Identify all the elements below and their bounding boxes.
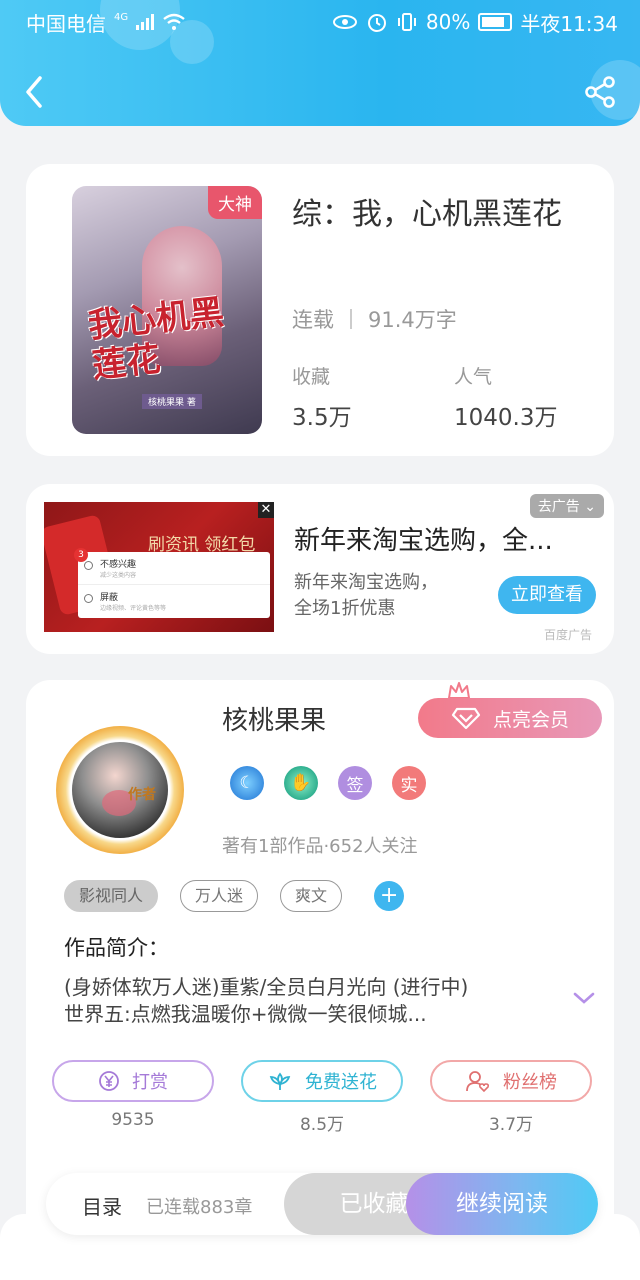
top-header: 中国电信 4G 80% 半夜11:34 <box>0 0 640 126</box>
master-badge: 大神 <box>208 186 262 219</box>
writer-tag: 作者 <box>128 787 156 803</box>
fans-count: 3.7万 <box>488 1115 534 1135</box>
popup-row2-sub: 边缘视频、评论黄色等等 <box>100 605 167 612</box>
flower-icon <box>269 1072 291 1090</box>
carrier-label: 中国电信 <box>26 11 106 36</box>
block-icon <box>84 594 93 603</box>
chevron-left-icon <box>26 76 42 108</box>
flower-action: 免费送花 8.5万 <box>241 1060 403 1135</box>
author-name[interactable]: 核桃果果 <box>222 700 326 737</box>
network-type: 4G <box>114 11 129 23</box>
ad-source: 百度广告 <box>543 628 592 642</box>
remove-ad-label: 去广告 <box>537 499 580 515</box>
meta-divider <box>350 309 352 329</box>
ad-description: 新年来淘宝选购， 全场1折优惠 <box>294 570 438 622</box>
add-tag-button[interactable]: + <box>374 881 405 911</box>
fans-label: 粉丝榜 <box>503 1072 557 1093</box>
chevron-down-icon <box>573 992 595 1004</box>
send-flower-button[interactable]: 免费送花 <box>241 1060 403 1102</box>
book-tags: 影视同人 万人迷 爽文 + <box>64 880 405 912</box>
battery-icon <box>478 13 513 31</box>
ad-close-button[interactable]: ✕ <box>258 502 274 518</box>
signal-icon <box>136 14 155 30</box>
reward-count: 9535 <box>111 1110 155 1130</box>
author-stats: 著有1部作品·652人关注 <box>222 836 418 857</box>
eye-icon <box>332 15 357 29</box>
chapter-count: 已连载883章 <box>146 1197 253 1218</box>
moon-medal-icon[interactable]: ☾ <box>230 766 264 800</box>
book-status: 连载 <box>292 308 334 332</box>
intro-line1: (身娇体软万人迷)重紫/全员白月光向 (进行中) <box>64 975 469 999</box>
favorites-label: 收藏 <box>292 366 331 388</box>
book-info-card: 我心机黑莲花 核桃果果 著 大神 综：我，心机黑莲花 连载 91.4万字 收藏 … <box>26 164 614 456</box>
fans-action: 粉丝榜 3.7万 <box>430 1060 592 1135</box>
intro-text: (身娇体软万人迷)重紫/全员白月光向 (进行中) 世界五:点燃我温暖你+微微一笑… <box>64 974 534 1028</box>
cover-author: 核桃果果 著 <box>142 394 202 409</box>
ad-title: 新年来淘宝选购，全... <box>294 526 553 556</box>
bottom-action-bar: 目录 已连载883章 已收藏 继续阅读 <box>46 1173 598 1235</box>
expand-intro-button[interactable] <box>572 990 596 1010</box>
status-bar: 中国电信 4G 80% 半夜11:34 <box>26 8 618 36</box>
vip-button[interactable]: 点亮会员 <box>418 698 602 738</box>
vip-button-label: 点亮会员 <box>492 708 569 731</box>
remove-ad-button[interactable]: 去广告 ⌄ <box>529 494 604 518</box>
reward-action: 打赏 9535 <box>52 1060 214 1135</box>
ad-desc-line1: 新年来淘宝选购， <box>294 572 438 593</box>
clock: 半夜11:34 <box>520 11 618 36</box>
back-button[interactable] <box>20 72 50 112</box>
continue-reading-button[interactable]: 继续阅读 <box>406 1173 598 1235</box>
share-button[interactable] <box>582 74 618 110</box>
ad-feedback-popup: 不感兴趣 减少这类内容 屏蔽 边缘视频、评论黄色等等 <box>78 552 270 618</box>
tag-item[interactable]: 影视同人 <box>64 880 159 912</box>
book-cover[interactable]: 我心机黑莲花 核桃果果 著 大神 <box>72 186 262 434</box>
popup-row1-sub: 减少这类内容 <box>100 572 137 579</box>
reward-button[interactable]: 打赏 <box>52 1060 214 1102</box>
popup-row1-label: 不感兴趣 <box>100 560 137 570</box>
tag-item[interactable]: 万人迷 <box>180 880 259 912</box>
vibrate-icon <box>397 13 416 31</box>
ad-view-button[interactable]: 立即查看 <box>498 576 596 614</box>
signed-medal[interactable]: 签 <box>338 766 372 800</box>
ad-card[interactable]: 刷资讯 领红包 不感兴趣 减少这类内容 屏蔽 边缘视频、评论黄色等等 3 ✕ 去… <box>26 484 614 654</box>
ad-image[interactable]: 刷资讯 领红包 不感兴趣 减少这类内容 屏蔽 边缘视频、评论黄色等等 3 <box>44 502 274 632</box>
book-title: 综：我，心机黑莲花 <box>292 197 562 232</box>
author-avatar-frame[interactable]: 作者 <box>56 726 184 854</box>
yen-coin-icon <box>99 1071 119 1091</box>
reward-label: 打赏 <box>132 1072 168 1093</box>
intro-line2: 世界五:点燃我温暖你+微微一笑很倾城... <box>64 1002 427 1026</box>
cover-title-art: 我心机黑莲花 <box>86 292 226 387</box>
support-actions: 打赏 9535 免费送花 8.5万 粉丝榜 3.7万 <box>52 1060 592 1135</box>
tag-item[interactable]: 爽文 <box>280 880 343 912</box>
popup-row-block[interactable]: 屏蔽 边缘视频、评论黄色等等 <box>78 585 270 618</box>
ad-desc-line2: 全场1折优惠 <box>294 598 396 619</box>
share-icon <box>585 76 615 108</box>
battery-percent: 80% <box>425 10 471 34</box>
fans-ranking-button[interactable]: 粉丝榜 <box>430 1060 592 1102</box>
popularity-value: 1040.3万 <box>454 405 558 431</box>
diamond-icon <box>451 707 481 730</box>
dislike-icon <box>84 561 93 570</box>
notification-count: 3 <box>74 548 88 562</box>
flower-label: 免费送花 <box>305 1072 377 1093</box>
popup-row2-label: 屏蔽 <box>100 593 119 603</box>
table-of-contents-button[interactable]: 目录 <box>82 1191 122 1220</box>
wifi-icon <box>163 13 185 30</box>
word-count: 91.4万字 <box>368 308 457 332</box>
book-meta: 连载 91.4万字 <box>292 304 457 334</box>
handshake-medal-icon[interactable]: ✋ <box>284 766 318 800</box>
popularity-label: 人气 <box>454 366 493 388</box>
alarm-icon <box>367 14 386 32</box>
intro-heading: 作品简介： <box>64 936 169 960</box>
popup-row-not-interested[interactable]: 不感兴趣 减少这类内容 <box>78 552 270 585</box>
chevron-down-icon: ⌄ <box>584 499 596 515</box>
favorites-value: 3.5万 <box>292 405 352 431</box>
author-medals: ☾ ✋ 签 实 <box>230 766 426 800</box>
fan-user-icon <box>466 1071 490 1093</box>
verified-medal[interactable]: 实 <box>392 766 426 800</box>
flower-count: 8.5万 <box>299 1115 345 1135</box>
